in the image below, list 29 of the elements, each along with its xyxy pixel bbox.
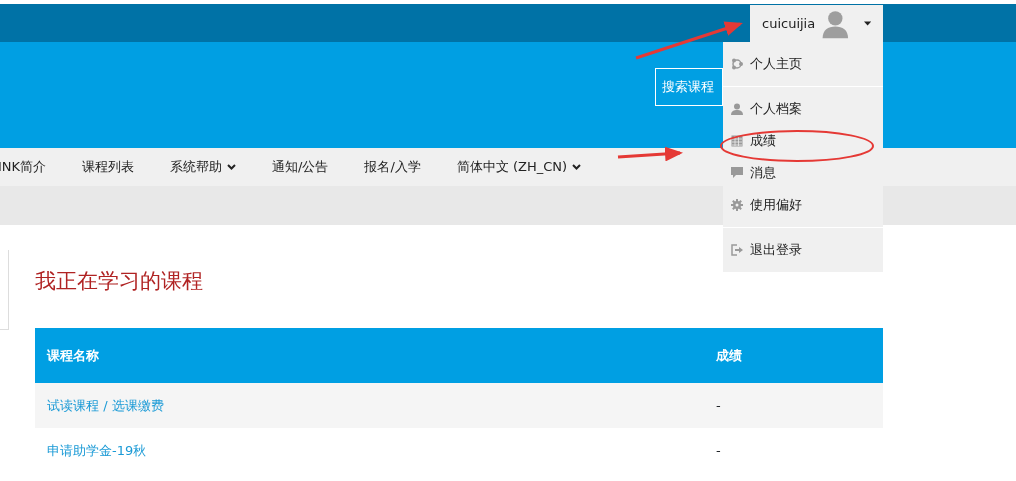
nav-link[interactable]: 课程列表 [82,157,135,177]
section-heading: 我正在学习的课程 [35,269,204,295]
menu-item[interactable]: 个人档案 [723,93,883,125]
user-icon [731,103,743,115]
chevron-down-icon [227,164,237,170]
column-header: 成绩 [715,346,742,365]
gear-icon [731,199,743,211]
caret-icon [863,21,871,26]
user-menu-button[interactable]: cuicuijia [750,5,883,42]
speech-bubble-icon [731,167,743,179]
arrow-annotation [617,146,683,162]
column-header: 课程名称 [45,346,100,365]
chevron-down-icon [572,164,582,170]
menu-item[interactable]: 消息 [723,157,883,189]
table-icon [731,135,743,147]
nav-link[interactable]: 报名/入学 [364,157,421,177]
menu-item[interactable]: 退出登录 [723,234,883,266]
table-cell-text: - [715,396,721,415]
username: cuicuijia [762,14,816,33]
nav-dropdown[interactable]: 简体中文 (ZH_CN) [456,157,582,177]
nav-link[interactable]: INK简介 [0,157,47,177]
menu-item[interactable]: 个人主页 [723,48,883,80]
menu-item[interactable]: 成绩 [723,125,883,157]
menu-item[interactable]: 使用偏好 [723,189,883,221]
network-icon [731,58,743,70]
nav-dropdown[interactable]: 系统帮助 [170,157,237,177]
nav-link[interactable]: 通知/公告 [272,157,329,177]
sign-out-icon [731,244,743,256]
table-cell-text: - [715,441,721,460]
